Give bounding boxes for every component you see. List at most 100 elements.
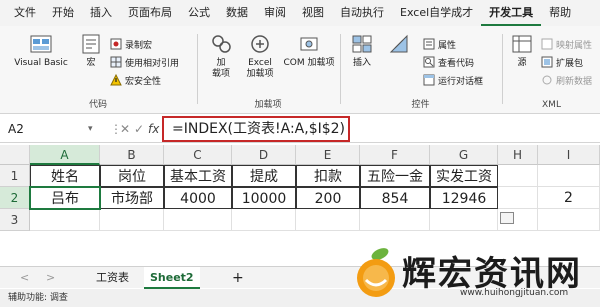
cell-d2[interactable]: 10000: [232, 187, 296, 209]
column-header-h[interactable]: H: [498, 145, 538, 165]
menu-insert[interactable]: 插入: [82, 0, 120, 26]
cell-d1[interactable]: 提成: [232, 165, 296, 187]
cell-i2[interactable]: 2: [538, 187, 600, 209]
properties-icon: [423, 38, 435, 50]
excel-addins-button[interactable]: Excel 加载项: [240, 32, 280, 80]
cancel-icon[interactable]: ✕: [120, 119, 130, 139]
cell-b3[interactable]: [100, 209, 164, 231]
map-properties-icon: [541, 38, 553, 50]
insert-control-button[interactable]: 插入: [347, 32, 377, 69]
code-group: Visual Basic 宏 录制宏 使用相对引用 宏安全性 代码: [0, 30, 196, 110]
formula-input[interactable]: =INDEX(工资表!A:A,$I$2): [162, 116, 350, 142]
cell-h1[interactable]: [498, 165, 538, 187]
cell-c2[interactable]: 4000: [164, 187, 232, 209]
xml-group-label: XML: [542, 100, 561, 110]
controls-group: 插入 属性 查看代码 运行对话框 控件: [341, 30, 500, 110]
run-dialog-button[interactable]: 运行对话框: [423, 72, 483, 88]
menu-formulas[interactable]: 公式: [180, 0, 218, 26]
cell-c1[interactable]: 基本工资: [164, 165, 232, 187]
design-mode-icon: [389, 34, 408, 53]
cell-h2[interactable]: [498, 187, 538, 209]
insert-function-icon[interactable]: fx: [148, 119, 159, 139]
column-header-g[interactable]: G: [430, 145, 498, 165]
cell-c3[interactable]: [164, 209, 232, 231]
macro-security-button[interactable]: 宏安全性: [110, 72, 161, 88]
controls-group-label: 控件: [411, 100, 430, 110]
cell-e1[interactable]: 扣款: [296, 165, 360, 187]
menu-review[interactable]: 审阅: [256, 0, 294, 26]
cell-g2[interactable]: 12946: [430, 187, 498, 209]
xml-source-button[interactable]: 源: [507, 32, 537, 69]
paste-options-icon[interactable]: [500, 212, 514, 224]
row-header-3[interactable]: 3: [0, 209, 30, 231]
com-addins-button[interactable]: COM 加载项: [282, 32, 336, 69]
tab-salary-sheet[interactable]: 工资表: [90, 267, 135, 289]
visual-basic-button[interactable]: Visual Basic: [14, 32, 68, 69]
cell-i3[interactable]: [538, 209, 600, 231]
tab-scroll-prev[interactable]: <: [14, 267, 35, 289]
com-addins-icon: [300, 37, 318, 51]
design-mode-button[interactable]: [379, 32, 419, 58]
map-properties-button[interactable]: 映射属性: [541, 36, 592, 52]
column-header-i[interactable]: I: [538, 145, 600, 165]
cell-f3[interactable]: [360, 209, 430, 231]
add-sheet-button[interactable]: +: [226, 267, 250, 289]
macro-button[interactable]: 宏: [76, 32, 106, 69]
cell-d3[interactable]: [232, 209, 296, 231]
toolbox-icon: [352, 35, 372, 53]
refresh-data-button[interactable]: 刷新数据: [541, 72, 592, 88]
confirm-icon[interactable]: ✓: [134, 119, 144, 139]
menu-help[interactable]: 帮助: [541, 0, 579, 26]
cell-g3[interactable]: [430, 209, 498, 231]
addins-group: 加 载项 Excel 加载项 COM 加载项 加载项: [198, 30, 338, 110]
orange-logo-icon: [357, 248, 395, 297]
properties-button[interactable]: 属性: [423, 36, 456, 52]
cell-a2[interactable]: 吕布: [29, 186, 101, 210]
cell-e2[interactable]: 200: [296, 187, 360, 209]
macro-icon: [82, 34, 100, 54]
column-header-a[interactable]: A: [30, 145, 100, 165]
run-dialog-icon: [423, 74, 435, 86]
tab-scroll-next[interactable]: >: [40, 267, 61, 289]
cell-b1[interactable]: 岗位: [100, 165, 164, 187]
cell-f1[interactable]: 五险一金: [360, 165, 430, 187]
record-macro-button[interactable]: 录制宏: [110, 36, 152, 52]
menu-file[interactable]: 文件: [6, 0, 44, 26]
expansion-packs-button[interactable]: 扩展包: [541, 54, 583, 70]
refresh-icon: [542, 75, 552, 85]
menu-bar: 文件 开始 插入 页面布局 公式 数据 审阅 视图 自动执行 Excel自学成才…: [0, 0, 600, 26]
menu-page-layout[interactable]: 页面布局: [120, 0, 180, 26]
tab-sheet2[interactable]: Sheet2: [144, 267, 200, 289]
cell-f2[interactable]: 854: [360, 187, 430, 209]
relative-reference-button[interactable]: 使用相对引用: [110, 54, 179, 70]
menu-excel-self-study[interactable]: Excel自学成才: [392, 0, 481, 26]
xml-group: 源 映射属性 扩展包 刷新数据 XML: [503, 30, 600, 110]
formula-bar: A2 ▾ ⋮ ✕ ✓ fx =INDEX(工资表!A:A,$I$2): [0, 115, 600, 143]
chevron-down-icon[interactable]: ▾: [88, 119, 93, 139]
cell-a1[interactable]: 姓名: [30, 165, 100, 187]
row-header-1[interactable]: 1: [0, 165, 30, 187]
cell-g1[interactable]: 实发工资: [430, 165, 498, 187]
column-header-d[interactable]: D: [232, 145, 296, 165]
ribbon: Visual Basic 宏 录制宏 使用相对引用 宏安全性 代码 加 载项 E…: [0, 26, 600, 114]
accessibility-status[interactable]: 辅助功能: 调查: [8, 293, 68, 303]
xml-source-icon: [512, 35, 532, 53]
column-header-e[interactable]: E: [296, 145, 360, 165]
menu-home[interactable]: 开始: [44, 0, 82, 26]
column-header-c[interactable]: C: [164, 145, 232, 165]
column-header-f[interactable]: F: [360, 145, 430, 165]
cell-a3[interactable]: [30, 209, 100, 231]
cell-b2[interactable]: 市场部: [100, 187, 164, 209]
row-header-2[interactable]: 2: [0, 187, 30, 209]
menu-data[interactable]: 数据: [218, 0, 256, 26]
cell-e3[interactable]: [296, 209, 360, 231]
cell-i1[interactable]: [538, 165, 600, 187]
select-all-corner[interactable]: [0, 145, 30, 165]
menu-automate[interactable]: 自动执行: [332, 0, 392, 26]
addins-button[interactable]: 加 载项: [204, 32, 238, 80]
view-code-button[interactable]: 查看代码: [423, 54, 474, 70]
menu-developer[interactable]: 开发工具: [481, 0, 542, 26]
column-header-b[interactable]: B: [100, 145, 164, 165]
menu-view[interactable]: 视图: [294, 0, 332, 26]
excel-addins-icon: [251, 35, 269, 53]
